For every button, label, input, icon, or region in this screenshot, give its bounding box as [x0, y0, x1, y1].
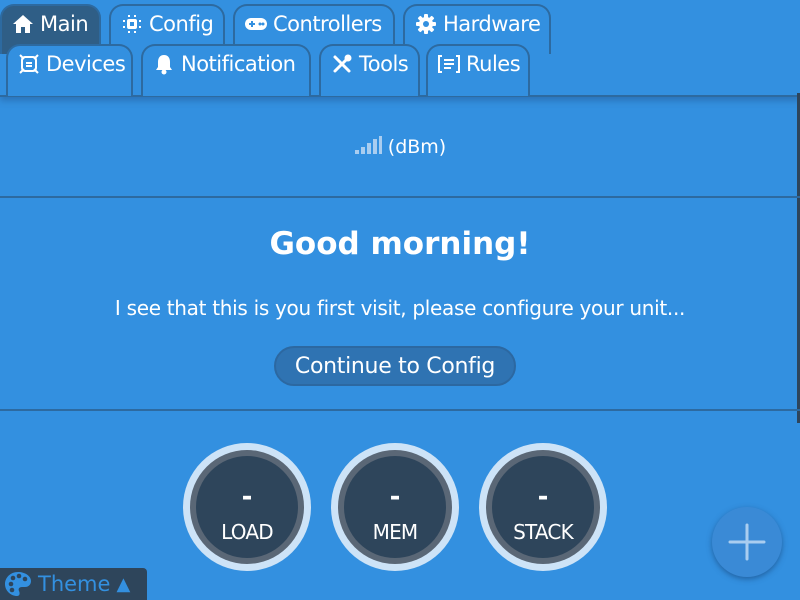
- tools-icon: [329, 52, 355, 76]
- tab-label: Rules: [466, 52, 521, 76]
- gauge-mem: - MEM: [331, 443, 459, 571]
- add-button[interactable]: [712, 507, 782, 577]
- theme-label: Theme: [38, 572, 111, 596]
- signal-bars-icon: [354, 136, 382, 154]
- greeting-heading: Good morning!: [269, 226, 531, 262]
- gauge-value: -: [241, 482, 253, 512]
- tab-label: Tools: [359, 52, 409, 76]
- divider: [0, 409, 800, 411]
- theme-toggle[interactable]: Theme ▲: [0, 568, 147, 600]
- tab-label: Config: [149, 12, 214, 36]
- signal-strength: (dBm): [0, 136, 800, 158]
- signal-unit: (dBm): [387, 136, 447, 158]
- triangle-up-icon: ▲: [116, 573, 131, 595]
- tab-bar: Main Config Controllers Hardware Devices: [0, 0, 800, 97]
- tab-tools[interactable]: Tools: [319, 44, 420, 96]
- tab-label: Controllers: [273, 12, 382, 36]
- continue-to-config-button[interactable]: Continue to Config: [274, 346, 516, 386]
- chip-icon: [119, 12, 145, 36]
- gauge-value: -: [537, 482, 549, 512]
- tab-rules[interactable]: Rules: [426, 44, 530, 96]
- palette-icon: [5, 572, 31, 596]
- tab-label: Main: [40, 12, 89, 36]
- devices-icon: [16, 52, 42, 76]
- tab-devices[interactable]: Devices: [6, 44, 133, 96]
- gamepad-icon: [243, 12, 269, 36]
- tab-label: Devices: [46, 52, 126, 76]
- gauge-stack: - STACK: [479, 443, 607, 571]
- divider: [0, 196, 800, 198]
- tab-notification[interactable]: Notification: [141, 44, 311, 96]
- gauge-load: - LOAD: [183, 443, 311, 571]
- gauge-value: -: [389, 482, 401, 512]
- bell-icon: [151, 52, 177, 76]
- tab-label: Hardware: [443, 12, 541, 36]
- gauge-label: LOAD: [221, 520, 274, 544]
- gear-icon: [413, 12, 439, 36]
- gauge-label: STACK: [513, 520, 574, 544]
- rules-icon: [436, 52, 462, 76]
- home-icon: [10, 12, 36, 36]
- gauge-label: MEM: [372, 520, 419, 544]
- tab-label: Notification: [181, 52, 296, 76]
- welcome-message: I see that this is you first visit, plea…: [114, 296, 686, 320]
- plus-icon: [728, 523, 766, 561]
